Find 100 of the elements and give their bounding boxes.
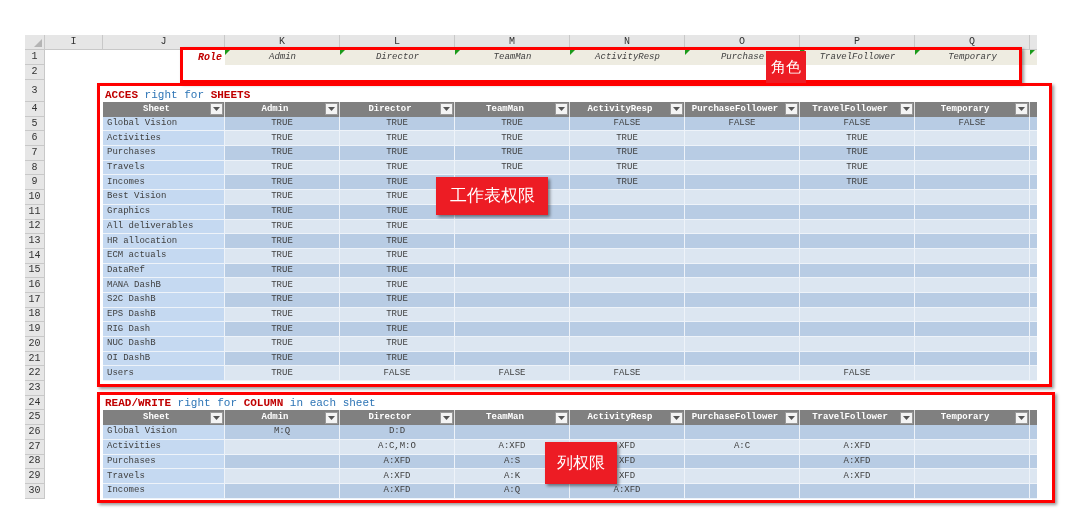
role-cell: ActivityResp [570,50,685,65]
row-number[interactable]: 1 [25,50,45,65]
table-cell: HR allocation [103,234,225,249]
caret-down-icon [903,415,910,420]
table-cell: TRUE [340,278,455,293]
callout-label: 列权限 [545,442,617,484]
filter-dropdown-button[interactable] [210,103,223,116]
column-header-label: TeamMan [485,413,525,423]
caret-down-icon [1018,107,1025,112]
table-cell: Activities [103,131,225,147]
role-cell: TeamMan [455,50,570,65]
table-cell: TRUE [225,278,340,293]
column-header-label: ActivityResp [586,104,654,114]
table-cell: TRUE [340,146,455,161]
column-header-label: PurchaseFollower [690,413,780,423]
row-number[interactable]: 10 [25,190,45,205]
column-header-label: Admin [260,104,290,114]
column-letter[interactable]: J [103,35,225,50]
filter-dropdown-button[interactable] [1015,103,1028,116]
table-cell: TRUE [800,146,915,161]
caret-down-icon [1018,415,1025,420]
row-number[interactable]: 3 [25,80,45,102]
column-header-label: TravelFollower [811,104,889,114]
table-cell: TRUE [800,175,915,191]
role-cell: Director [340,50,455,65]
table-cell: TRUE [340,234,455,249]
row-number[interactable]: 6 [25,131,45,147]
table-cell: TRUE [570,131,685,147]
row-number[interactable]: 19 [25,322,45,337]
table-cell: D:D [340,425,455,440]
caret-down-icon [443,415,450,420]
column-header-label: Director [367,104,413,114]
caret-down-icon [673,107,680,112]
filter-dropdown-button[interactable] [670,411,683,424]
table-cell: FALSE [800,366,915,382]
column-header-label: ActivityResp [586,413,654,423]
column-letter[interactable]: I [45,35,103,50]
table-cell: TRUE [340,337,455,352]
table-cell: Travels [103,469,225,484]
filter-dropdown-button[interactable] [900,103,913,116]
column-header-label: Sheet [142,413,171,423]
row-number[interactable]: 29 [25,469,45,484]
table-cell: Incomes [103,175,225,191]
section-title: READ/WRITE right for COLUMN in each sheet [104,398,377,411]
filter-dropdown-button[interactable] [440,411,453,424]
caret-down-icon [213,415,220,420]
filter-dropdown-button[interactable] [900,411,913,424]
table-cell: TRUE [225,146,340,161]
filter-dropdown-button[interactable] [555,411,568,424]
caret-down-icon [213,107,220,112]
column-header-label: Director [367,413,413,423]
caret-down-icon [558,107,565,112]
row-number[interactable]: 26 [25,425,45,440]
caret-down-icon [788,107,795,112]
table-cell: TRUE [340,131,455,147]
table-cell: TRUE [455,146,570,161]
filter-dropdown-button[interactable] [1015,411,1028,424]
row-number[interactable]: 2 [25,65,45,80]
column-header-label: TravelFollower [811,413,889,423]
row-number[interactable]: 9 [25,175,45,191]
filter-dropdown-button[interactable] [210,411,223,424]
table-cell: FALSE [570,366,685,382]
table-cell: Best Vision [103,190,225,205]
caret-down-icon [788,415,795,420]
callout-label: 工作表权限 [436,177,548,215]
row-number[interactable]: 7 [25,146,45,161]
caret-down-icon [328,107,335,112]
callout-label: 角色 [766,51,806,83]
row-number[interactable]: 23 [25,381,45,396]
row-number[interactable]: 16 [25,278,45,293]
filter-dropdown-button[interactable] [440,103,453,116]
caret-down-icon [673,415,680,420]
filter-dropdown-button[interactable] [325,103,338,116]
table-cell: Global Vision [103,425,225,440]
filter-dropdown-button[interactable] [555,103,568,116]
column-header-label: Temporary [939,413,991,423]
filter-dropdown-button[interactable] [325,411,338,424]
table-cell: Purchases [103,146,225,161]
row-number[interactable]: 4 [25,102,45,117]
row-number[interactable]: 25 [25,410,45,426]
row-number[interactable]: 22 [25,366,45,382]
row-number[interactable]: 13 [25,234,45,249]
table-cell: Users [103,366,225,382]
role-label: Role [197,50,223,65]
column-header-label: Admin [260,413,290,423]
table-cell: FALSE [340,366,455,382]
table-cell: TRUE [225,190,340,205]
table-cell: TRUE [225,322,340,337]
row-number[interactable]: 20 [25,337,45,352]
filter-dropdown-button[interactable] [785,103,798,116]
table-cell: TRUE [225,337,340,352]
table-cell: TRUE [570,146,685,161]
filter-dropdown-button[interactable] [670,103,683,116]
table-cell: TRUE [340,322,455,337]
table-cell: M:Q [225,425,340,440]
filter-dropdown-button[interactable] [785,411,798,424]
caret-down-icon [903,107,910,112]
table-cell: TRUE [225,175,340,191]
column-header-label: Temporary [939,104,991,114]
column-header-label: Sheet [142,104,171,114]
